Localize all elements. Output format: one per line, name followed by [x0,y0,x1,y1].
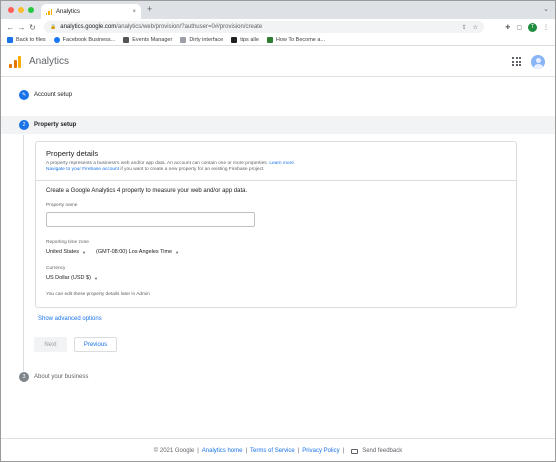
browser-profile-avatar[interactable]: T [528,22,537,32]
tab-analytics[interactable]: Analytics × [41,4,141,19]
tab-strip: Analytics × + ⌄ [1,1,555,19]
bookmark-item[interactable]: Back to files [7,37,46,43]
edit-later-hint: You can edit these property details late… [46,292,150,298]
close-window-button[interactable] [8,7,14,13]
share-icon[interactable]: ⇪ [462,24,467,31]
country-select[interactable]: United States ▼ [46,249,86,255]
address-bar[interactable]: 🔒 analytics.google.com /analytics/web/pr… [44,21,484,33]
account-avatar[interactable] [531,54,545,69]
firebase-account-link[interactable]: Navigate to your Firebase account [46,167,119,172]
bookmarks-bar: Back to files Facebook Business... Event… [1,35,555,46]
bookmark-item[interactable]: Facebook Business... [53,37,115,43]
maximize-window-button[interactable] [28,7,34,13]
forward-arrow-icon[interactable]: → [16,23,27,32]
lock-icon: 🔒 [50,24,57,30]
dropdown-caret-icon: ▼ [82,249,86,255]
reload-icon[interactable]: ↻ [27,23,38,32]
bookmark-favicon-icon [123,37,130,43]
apps-grid-icon[interactable] [512,57,521,66]
bookmark-favicon-icon [266,37,273,43]
property-details-card: Property details A property represents a… [35,141,517,308]
terms-of-service-link[interactable]: Terms of Service [250,448,295,454]
bookmark-favicon-icon [53,37,60,43]
analytics-header: Analytics [1,47,555,77]
browser-window: Analytics × + ⌄ ← → ↻ 🔒 analytics.google… [0,0,556,462]
bookmark-star-icon[interactable]: ☆ [473,24,478,31]
previous-button[interactable]: Previous [74,337,117,352]
property-name-input[interactable] [46,212,255,228]
step-label: Account setup [34,92,73,98]
step-property-setup: 2 Property setup [1,116,555,134]
bookmark-item[interactable]: How To Become a... [266,37,325,43]
folder-icon [180,37,187,43]
step-about-your-business[interactable]: 3 About your business [1,372,555,382]
minimize-window-button[interactable] [18,7,24,13]
app-title: Analytics [29,56,70,67]
card-title: Property details [46,149,99,158]
bookmark-item[interactable]: Events Manager [123,37,172,43]
learn-more-link[interactable]: Learn more [269,161,294,166]
property-name-label: Property name [46,202,78,208]
tab-title: Analytics [56,8,81,15]
step-label: About your business [34,374,89,380]
browser-menu-icon[interactable]: ⋮ [543,24,549,31]
tab-close-icon[interactable]: × [132,9,136,15]
send-feedback-link[interactable]: Send feedback [362,448,402,454]
page-footer: © 2021 Google | Analytics home | Terms o… [1,438,555,461]
step-number-badge: 2 [19,120,29,130]
currency-label: Currency [46,266,66,272]
bookmark-item[interactable]: tips alle [231,37,259,43]
create-property-prompt: Create a Google Analytics 4 property to … [46,187,248,194]
back-arrow-icon[interactable]: ← [5,23,16,32]
analytics-home-link[interactable]: Analytics home [202,448,243,454]
url-path: /analytics/web/provision/?authuser=0#/pr… [116,24,263,30]
timezone-select[interactable]: (GMT-08:00) Los Angeles Time ▼ [96,249,179,255]
pencil-icon: ✎ [19,90,29,100]
stepper-connector [23,135,24,371]
timezone-label: Reporting time zone [46,240,89,246]
setup-content: ✎ Account setup 2 Property setup Propert… [1,78,555,438]
analytics-favicon-icon [46,8,52,15]
step-number-badge: 3 [19,372,29,382]
privacy-policy-link[interactable]: Privacy Policy [302,448,339,454]
window-controls [8,7,34,13]
card-description: A property represents a business's web a… [46,161,294,173]
new-tab-button[interactable]: + [147,4,152,14]
dropdown-caret-icon: ▼ [93,275,98,281]
currency-select[interactable]: US Dollar (USD $) ▼ [46,275,98,281]
url-host: analytics.google.com [60,24,117,30]
extensions-puzzle-icon[interactable]: ✚ [505,24,510,31]
copyright-text: © 2021 Google [153,448,195,454]
tab-search-chevron-icon[interactable]: ⌄ [543,5,549,13]
show-advanced-options-link[interactable]: Show advanced options [38,316,102,322]
dropdown-caret-icon: ▼ [175,249,180,255]
bookmark-favicon-icon [7,37,13,43]
bookmark-item[interactable]: Dirty interface [180,37,223,43]
feedback-icon [351,448,359,454]
analytics-logo-icon[interactable] [9,55,21,68]
step-account-setup[interactable]: ✎ Account setup [1,90,555,100]
sidebar-icon[interactable]: ▢ [516,24,522,31]
step-label: Property setup [34,122,77,128]
bookmark-favicon-icon [231,37,238,43]
next-button[interactable]: Next [34,337,67,352]
browser-toolbar: ← → ↻ 🔒 analytics.google.com /analytics/… [1,19,555,35]
